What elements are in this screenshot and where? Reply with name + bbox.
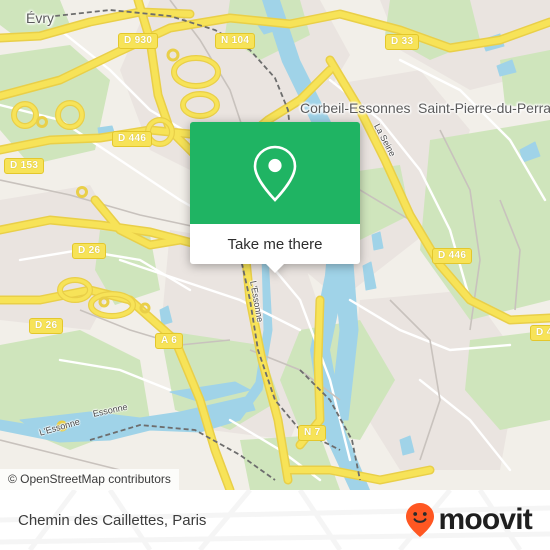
location-popup-card[interactable]: Take me there bbox=[190, 122, 360, 273]
bottom-info-bar: Chemin des Caillettes, Paris moovit bbox=[0, 490, 550, 550]
road-shield: D 930 bbox=[118, 33, 159, 49]
moovit-brand[interactable]: moovit bbox=[405, 502, 533, 538]
moovit-pin-smiley-icon bbox=[406, 503, 435, 537]
road-shield: D 26 bbox=[29, 318, 64, 334]
road-shield: N 7 bbox=[298, 425, 327, 441]
take-me-there-label: Take me there bbox=[227, 235, 323, 253]
road-shield: D 26 bbox=[72, 243, 107, 259]
moovit-wordmark: moovit bbox=[438, 503, 532, 536]
road-shield: N 104 bbox=[215, 33, 256, 49]
road-shield: D 446 bbox=[112, 131, 153, 147]
place-label-saint-pierre-du-perray: Saint-Pierre-du-Perra bbox=[418, 100, 550, 116]
popup-pointer-tail bbox=[266, 264, 284, 273]
road-shield: D 33 bbox=[385, 34, 420, 50]
place-label-evry: Évry bbox=[26, 10, 54, 26]
road-shield: D 4 bbox=[530, 325, 550, 341]
osm-attribution[interactable]: © OpenStreetMap contributors bbox=[0, 469, 179, 490]
place-label-corbeil-essonnes: Corbeil-Essonnes bbox=[300, 100, 411, 116]
page-title: Chemin des Caillettes, Paris bbox=[18, 511, 207, 529]
map-pin-icon bbox=[253, 145, 297, 202]
road-shield: D 446 bbox=[432, 248, 473, 264]
road-shield: A 6 bbox=[155, 333, 184, 349]
popup-action-bar[interactable]: Take me there bbox=[190, 224, 360, 273]
popup-image-placeholder bbox=[190, 122, 360, 224]
moovit-map-screen: D 930 N 104 D 33 D 446 D 153 D 26 D 446 … bbox=[0, 0, 550, 550]
map-canvas[interactable]: D 930 N 104 D 33 D 446 D 153 D 26 D 446 … bbox=[0, 0, 550, 490]
road-shield: D 153 bbox=[4, 158, 45, 174]
